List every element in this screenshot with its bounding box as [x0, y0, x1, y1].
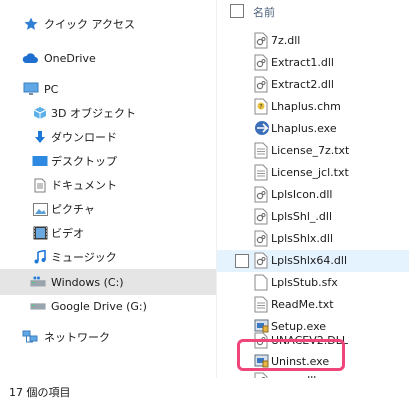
nav-item-videos[interactable]: ビデオ	[0, 220, 216, 246]
file-row[interactable]: Lhaplus.exe	[217, 118, 409, 140]
file-row[interactable]: LplsShlx64.dll	[217, 250, 409, 272]
file-row[interactable]: LplsStub.sfx	[217, 272, 409, 294]
file-row[interactable]: 7z.dll	[217, 30, 409, 52]
dll-file-icon	[254, 230, 268, 247]
nav-item-music[interactable]: ミュージック	[0, 244, 216, 270]
nav-label: クイック アクセス	[44, 18, 135, 31]
file-name: Lhaplus.chm	[271, 100, 341, 113]
nav-item-documents[interactable]: ドキュメント	[0, 172, 216, 198]
nav-item-downloads[interactable]: ダウンロード	[0, 124, 216, 150]
file-name: Extract2.dll	[271, 78, 334, 91]
dll-file-icon	[254, 76, 268, 93]
video-icon	[32, 225, 48, 241]
column-header-name[interactable]: 名前	[253, 4, 275, 20]
cube-icon	[32, 105, 48, 121]
file-row[interactable]: Extract2.dll	[217, 74, 409, 96]
file-name: ReadMe.txt	[271, 298, 334, 311]
svg-text:?: ?	[259, 104, 262, 111]
nav-label: 3D オブジェクト	[51, 107, 136, 120]
lhaplus-app-icon	[254, 120, 269, 137]
file-name: Extract1.dll	[271, 56, 334, 69]
dll-file-icon	[254, 32, 268, 49]
nav-label: ドキュメント	[51, 179, 117, 192]
nav-item-pc[interactable]: PC	[0, 76, 216, 102]
status-bar: 17 個の項目	[0, 378, 409, 400]
file-name: LplsIcon.dll	[271, 188, 333, 201]
navigation-pane: クイック アクセス OneDrive PC 3D オブジェクト ダウンロード デ…	[0, 0, 216, 378]
nav-label: Windows (C:)	[51, 275, 124, 289]
drive-icon	[30, 298, 46, 314]
music-icon	[32, 249, 48, 265]
file-name: LplsShlx64.dll	[271, 254, 348, 267]
file-name: UNACEV2.DLL	[271, 334, 348, 347]
nav-label: Google Drive (G:)	[51, 299, 147, 313]
desktop-icon	[32, 153, 48, 169]
file-name: 7z.dll	[271, 34, 301, 47]
dll-file-icon	[254, 54, 268, 71]
file-name: Lhaplus.exe	[271, 122, 337, 135]
dll-file-icon	[254, 208, 268, 225]
dll-file-icon	[254, 252, 268, 269]
file-name: License_jcl.txt	[271, 166, 349, 179]
picture-icon	[32, 201, 48, 217]
nav-label: デスクトップ	[51, 155, 117, 168]
file-row[interactable]: License_7z.txt	[217, 140, 409, 162]
file-row[interactable]: License_jcl.txt	[217, 162, 409, 184]
dll-file-icon	[254, 332, 268, 349]
file-row[interactable]: ? Lhaplus.chm	[217, 96, 409, 118]
file-row[interactable]: UNACEV2.DLL	[217, 330, 409, 352]
installer-icon	[254, 353, 269, 370]
monitor-icon	[23, 81, 39, 97]
nav-label: ミュージック	[51, 251, 117, 264]
item-count: 17 個の項目	[9, 386, 71, 399]
document-icon	[32, 177, 48, 193]
file-name: LplsStub.sfx	[271, 276, 338, 289]
file-name: LplsShl_.dll	[271, 210, 332, 223]
file-row[interactable]: ReadMe.txt	[217, 294, 409, 316]
file-name: License_7z.txt	[271, 144, 350, 157]
nav-label: PC	[44, 82, 59, 96]
nav-item-network[interactable]: ネットワーク	[0, 324, 216, 350]
nav-item-quick-access[interactable]: クイック アクセス	[0, 11, 216, 37]
file-list: 名前 7z.dll Extract1.dll Extract2.dll? Lhaplu…	[217, 0, 409, 389]
nav-item-3d-objects[interactable]: 3D オブジェクト	[0, 100, 216, 126]
file-name: Uninst.exe	[271, 355, 330, 368]
file-name: LplsShlx.dll	[271, 232, 334, 245]
network-icon	[22, 329, 38, 345]
file-row[interactable]: Extract1.dll	[217, 52, 409, 74]
text-file-icon	[254, 142, 268, 159]
cloud-icon	[22, 50, 38, 66]
nav-label: OneDrive	[44, 51, 96, 65]
file-row[interactable]: LplsShlx.dll	[217, 228, 409, 250]
generic-file-icon	[254, 274, 268, 291]
download-icon	[32, 129, 48, 145]
nav-label: ピクチャ	[51, 203, 95, 216]
row-checkbox[interactable]	[235, 254, 249, 268]
text-file-icon	[254, 164, 268, 181]
nav-item-desktop[interactable]: デスクトップ	[0, 148, 216, 174]
nav-item-onedrive[interactable]: OneDrive	[0, 45, 216, 71]
nav-item-pictures[interactable]: ピクチャ	[0, 196, 216, 222]
file-row[interactable]: LplsIcon.dll	[217, 184, 409, 206]
nav-item-windows-c[interactable]: Windows (C:)	[0, 269, 216, 295]
nav-label: ネットワーク	[44, 331, 110, 344]
windows-drive-icon	[30, 274, 46, 290]
select-all-checkbox[interactable]	[230, 4, 244, 18]
text-file-icon	[254, 296, 268, 313]
nav-label: ビデオ	[51, 227, 84, 240]
help-file-icon: ?	[254, 98, 268, 115]
dll-file-icon	[254, 186, 268, 203]
file-row[interactable]: LplsShl_.dll	[217, 206, 409, 228]
star-icon	[23, 16, 39, 32]
nav-label: ダウンロード	[51, 131, 117, 144]
nav-item-google-drive[interactable]: Google Drive (G:)	[0, 293, 216, 319]
